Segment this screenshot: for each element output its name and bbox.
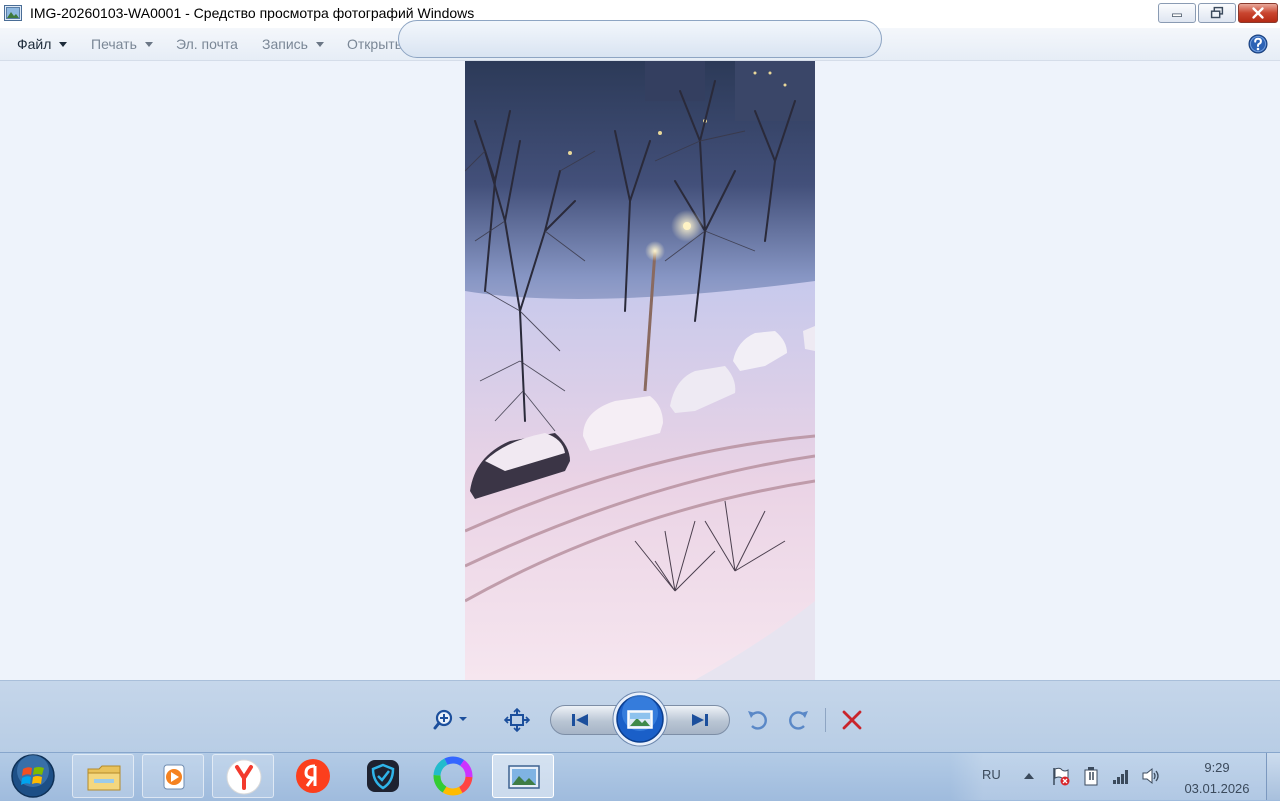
menu-file[interactable]: Файл [17,36,68,52]
taskbar-yandex-browser[interactable] [212,754,274,798]
menu-email-label: Эл. почта [176,36,238,52]
clock-date[interactable]: 03.01.2026 [1180,781,1254,796]
windows-start-icon[interactable] [10,753,56,799]
photo-viewer-icon [508,765,540,789]
chevron-down-icon [59,42,68,47]
shield-icon [367,760,399,792]
slideshow-button[interactable] [612,691,668,747]
rotate-right-icon[interactable] [784,708,812,732]
previous-icon[interactable] [566,708,594,732]
chevron-down-icon [315,42,324,47]
next-icon[interactable] [686,708,714,732]
menu-print[interactable]: Печать [91,36,153,52]
menu-burn[interactable]: Запись [262,36,324,52]
taskbar-file-explorer[interactable] [72,754,134,798]
zoom-icon[interactable] [433,708,469,732]
taskbar-security[interactable] [352,754,414,798]
close-button[interactable] [1238,3,1278,23]
minimize-button[interactable] [1158,3,1196,23]
taskbar-media-player[interactable] [142,754,204,798]
window-title: IMG-20260103-WA0001 - Средство просмотра… [30,5,475,21]
taskbar-color-app[interactable] [422,754,484,798]
menu-email[interactable]: Эл. почта [176,36,238,52]
control-separator [825,708,826,732]
action-center-flag-icon[interactable] [1050,766,1072,786]
slideshow-icon [627,710,653,729]
close-icon [1252,7,1264,19]
volume-icon[interactable] [1140,766,1162,786]
color-wheel-icon [433,756,473,796]
file-explorer-icon [87,765,121,791]
displayed-photo[interactable] [465,61,815,680]
photo-viewer-app-icon[interactable] [4,5,22,21]
media-player-icon [163,764,185,790]
actual-size-icon[interactable] [503,708,531,732]
language-indicator[interactable]: RU [982,767,1001,782]
menu-open-label: Открыть [347,36,402,52]
power-icon[interactable] [1080,766,1102,786]
yandex-browser-icon [226,759,262,795]
help-icon[interactable] [1248,34,1268,54]
restore-icon [1210,6,1224,19]
image-viewer-area [0,61,1280,680]
show-desktop-button[interactable] [1266,753,1280,800]
yandex-icon [296,759,330,793]
network-signal-icon[interactable] [1110,766,1132,786]
restore-button[interactable] [1198,3,1236,23]
menu-file-label: Файл [17,36,52,52]
delete-icon[interactable] [838,708,866,732]
menu-burn-label: Запись [262,36,308,52]
taskbar-yandex[interactable] [282,754,344,798]
show-hidden-icons-arrow[interactable] [1018,766,1040,786]
rotate-left-icon[interactable] [744,708,772,732]
menu-print-label: Печать [91,36,137,52]
clock-time[interactable]: 9:29 [1180,760,1254,775]
taskbar-photo-viewer[interactable] [492,754,554,798]
minimize-icon [1172,13,1182,17]
control-pill [398,20,882,58]
chevron-down-icon [144,42,153,47]
